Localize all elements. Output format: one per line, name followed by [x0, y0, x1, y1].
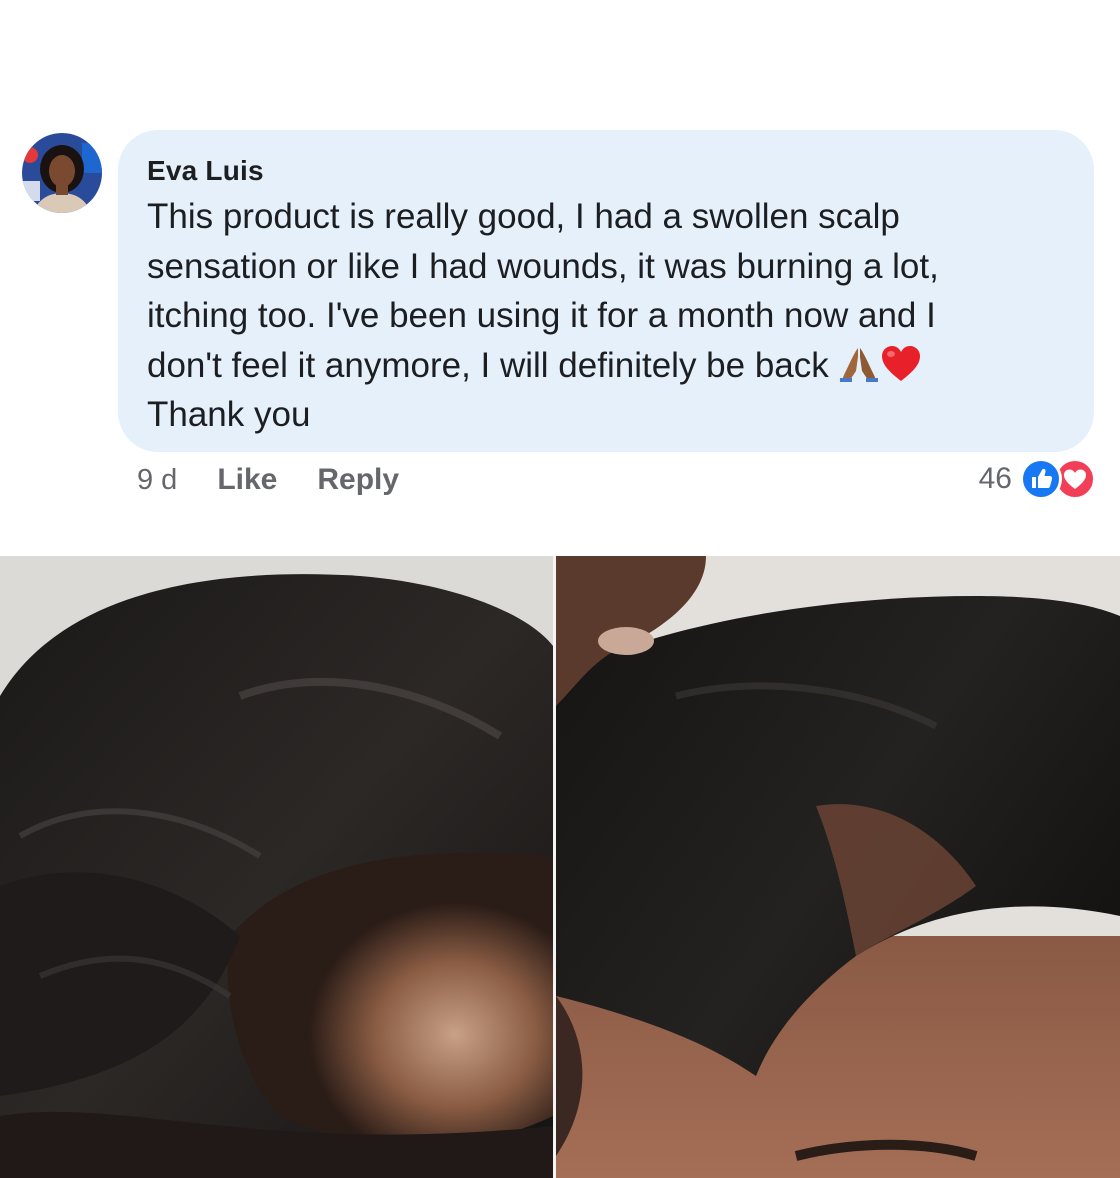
comment-body: This product is really good, I had a swo…: [147, 192, 1054, 440]
before-after-photos: [0, 556, 1120, 1178]
comment-text-end: Thank you: [147, 395, 311, 434]
comment-bubble: Eva Luis This product is really good, I …: [118, 130, 1094, 452]
comment-section: Eva Luis This product is really good, I …: [0, 0, 1120, 556]
like-icon: [1020, 458, 1062, 500]
reaction-summary[interactable]: 46: [979, 456, 1096, 502]
avatar-image: [22, 133, 102, 213]
avatar[interactable]: [22, 133, 102, 213]
reaction-count: 46: [978, 462, 1012, 495]
comment-text: This product is really good, I had a swo…: [147, 197, 939, 385]
comment-author[interactable]: Eva Luis: [147, 154, 1054, 188]
before-scalp-photo[interactable]: [0, 556, 553, 1178]
reply-button[interactable]: Reply: [317, 463, 399, 497]
folded-hands-icon: [838, 345, 880, 383]
after-scalp-photo[interactable]: [556, 556, 1120, 1178]
timestamp[interactable]: 9 d: [137, 464, 177, 497]
like-button[interactable]: Like: [217, 463, 277, 497]
red-heart-icon: [880, 345, 922, 383]
comment-actions: 9 d Like Reply: [137, 458, 439, 502]
